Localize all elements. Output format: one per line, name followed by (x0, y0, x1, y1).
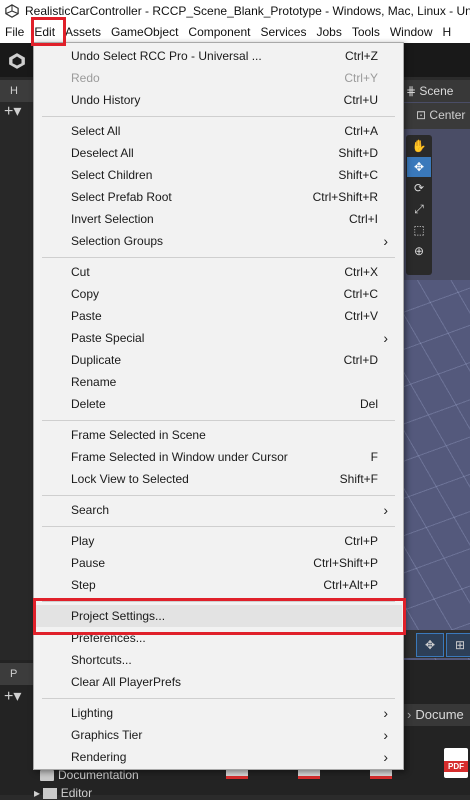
unity-logo-icon (5, 4, 19, 18)
submenu-arrow-icon: › (383, 705, 388, 721)
menu-window[interactable]: Window (385, 22, 438, 43)
menu-edit[interactable]: Edit (29, 22, 60, 43)
menu-item-search[interactable]: Search › (35, 499, 402, 521)
menu-assets[interactable]: Assets (60, 22, 106, 43)
menu-separator (42, 526, 395, 527)
scene-tools-overlay: ✋ ✥ ⟳ ⤢ ⬚ ⊕ (406, 135, 432, 275)
menu-item-undo[interactable]: Undo Select RCC Pro - Universal ... Ctrl… (35, 45, 402, 67)
menu-item-lighting[interactable]: Lighting › (35, 702, 402, 724)
window-title-bar: RealisticCarController - RCCP_Scene_Blan… (0, 0, 470, 22)
edit-menu-dropdown: Undo Select RCC Pro - Universal ... Ctrl… (33, 42, 404, 770)
menu-item-preferences[interactable]: Preferences... (35, 627, 402, 649)
menu-item-rendering[interactable]: Rendering › (35, 746, 402, 768)
menu-item-paste[interactable]: Paste Ctrl+V (35, 305, 402, 327)
scene-grid (403, 280, 470, 660)
asset-thumbnail[interactable] (298, 770, 320, 779)
pivot-icon: ⊡ (416, 108, 427, 122)
pdf-file-label: PDF (444, 761, 468, 772)
breadcrumb-label: Docume (415, 707, 464, 722)
menu-item-duplicate[interactable]: Duplicate Ctrl+D (35, 349, 402, 371)
scale-tool-icon[interactable]: ⤢ (407, 199, 431, 219)
menu-file[interactable]: File (0, 22, 29, 43)
menu-item-redo: Redo Ctrl+Y (71, 71, 378, 85)
menu-item-cut[interactable]: Cut Ctrl+X (35, 261, 402, 283)
move-snap-icon[interactable]: ✥ (416, 633, 444, 657)
grid-snap-icon[interactable]: ⊞ (446, 633, 470, 657)
rotate-tool-icon[interactable]: ⟳ (407, 178, 431, 198)
project-tab[interactable]: P (0, 663, 34, 685)
menu-item-graphics-tier[interactable]: Graphics Tier › (35, 724, 402, 746)
breadcrumb-arrow-icon: › (407, 707, 412, 722)
tab-scene[interactable]: ⋕ Scene (406, 82, 453, 100)
menu-item-play[interactable]: Play Ctrl+P (35, 530, 402, 552)
rect-tool-icon[interactable]: ⬚ (407, 220, 431, 240)
menu-item-delete[interactable]: Delete Del (35, 393, 402, 415)
folder-documentation[interactable]: Documentation (40, 768, 139, 782)
menu-item-invert-selection[interactable]: Invert Selection Ctrl+I (35, 208, 402, 230)
menu-bar: File Edit Assets GameObject Component Se… (0, 22, 470, 43)
menu-item-frame-selected[interactable]: Frame Selected in Scene (35, 424, 402, 446)
move-tool-icon[interactable]: ✥ (407, 157, 431, 177)
menu-separator (42, 601, 395, 602)
menu-item-project-settings[interactable]: Project Settings... (35, 605, 402, 627)
folder-label: Documentation (58, 768, 139, 782)
menu-separator (42, 495, 395, 496)
asset-thumbnail[interactable] (370, 770, 392, 779)
submenu-arrow-icon: › (383, 749, 388, 765)
expand-arrow-icon: ▸ (34, 786, 41, 800)
menu-separator (42, 257, 395, 258)
menu-separator (42, 116, 395, 117)
menu-item-step[interactable]: Step Ctrl+Alt+P (35, 574, 402, 596)
menu-item-select-prefab-root[interactable]: Select Prefab Root Ctrl+Shift+R (35, 186, 402, 208)
pivot-center-button[interactable]: ⊡ Center (416, 108, 465, 122)
menu-item-pause[interactable]: Pause Ctrl+Shift+P (35, 552, 402, 574)
menu-separator (42, 698, 395, 699)
menu-item-undo-history[interactable]: Undo History Ctrl+U (35, 89, 402, 111)
window-title: RealisticCarController - RCCP_Scene_Blan… (25, 4, 470, 18)
submenu-arrow-icon: › (383, 233, 388, 249)
hierarchy-tab[interactable]: H (0, 80, 34, 102)
menu-services[interactable]: Services (255, 22, 311, 43)
menu-item-select-children[interactable]: Select Children Shift+C (35, 164, 402, 186)
menu-tools[interactable]: Tools (347, 22, 385, 43)
menu-item-shortcuts[interactable]: Shortcuts... (35, 649, 402, 671)
scene-tab-label: Scene (419, 84, 454, 98)
menu-item-clear-playerprefs[interactable]: Clear All PlayerPrefs (35, 671, 402, 693)
grid-icon: ⋕ (406, 84, 417, 98)
submenu-arrow-icon: › (383, 727, 388, 743)
menu-component[interactable]: Component (183, 22, 255, 43)
unity-account-icon[interactable] (8, 52, 26, 70)
menu-gameobject[interactable]: GameObject (106, 22, 183, 43)
project-breadcrumb[interactable]: › Docume (403, 704, 470, 726)
menu-item-lock-view[interactable]: Lock View to Selected Shift+F (35, 468, 402, 490)
submenu-arrow-icon: › (383, 330, 388, 346)
hierarchy-panel (0, 77, 34, 667)
menu-help[interactable]: H (438, 22, 457, 43)
folder-icon (40, 770, 54, 782)
folder-icon (43, 788, 58, 800)
menu-item-selection-groups[interactable]: Selection Groups › (35, 230, 402, 252)
menu-separator (42, 420, 395, 421)
transform-tool-icon[interactable]: ⊕ (407, 241, 431, 261)
folder-label: Editor (60, 786, 93, 800)
menu-item-copy[interactable]: Copy Ctrl+C (35, 283, 402, 305)
menu-item-rename[interactable]: Rename (35, 371, 402, 393)
pdf-file-icon[interactable]: PDF (444, 748, 468, 778)
add-icon[interactable]: +▾ (4, 104, 21, 120)
project-add-icon[interactable]: +▾ (4, 686, 21, 706)
menu-item-frame-selected-cursor[interactable]: Frame Selected in Window under Cursor F (35, 446, 402, 468)
pivot-label: Center (429, 108, 466, 122)
menu-item-paste-special[interactable]: Paste Special › (35, 327, 402, 349)
menu-item-select-all[interactable]: Select All Ctrl+A (35, 120, 402, 142)
menu-item-deselect-all[interactable]: Deselect All Shift+D (35, 142, 402, 164)
hand-tool-icon[interactable]: ✋ (407, 136, 431, 156)
folder-editor[interactable]: ▸ Editor (34, 786, 92, 800)
asset-thumbnail[interactable] (226, 770, 248, 779)
submenu-arrow-icon: › (383, 502, 388, 518)
menu-jobs[interactable]: Jobs (311, 22, 346, 43)
